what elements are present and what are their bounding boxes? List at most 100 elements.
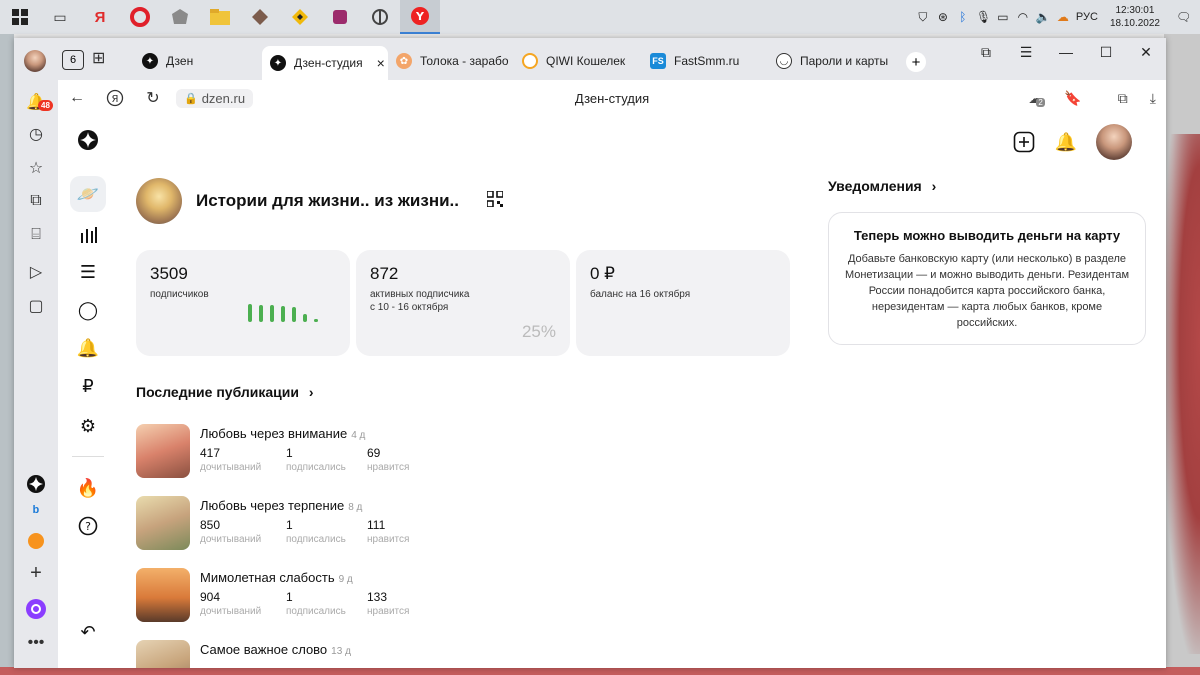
publication-thumbnail <box>136 640 190 668</box>
new-tab-button[interactable]: + <box>906 52 926 72</box>
active-subscribers-card[interactable]: 872 активных подписчика с 10 - 16 октября… <box>356 250 570 356</box>
active-subscribers-value: 872 <box>370 264 399 283</box>
notifications-bell-icon[interactable]: 🔔 48 <box>14 92 58 112</box>
publication-item[interactable]: Самое важное слово 13 д <box>136 640 496 668</box>
tab-dzen-studio[interactable]: ✦ Дзен-студия × <box>262 46 388 80</box>
downloads-icon[interactable]: ⤓ <box>1150 90 1156 107</box>
play-icon[interactable]: ▷ <box>14 262 58 282</box>
collections-icon[interactable]: ⧉ <box>1118 90 1128 107</box>
settings-gear-icon[interactable]: ⚙ <box>70 408 106 444</box>
url-field[interactable]: 🔒 dzen.ru <box>176 88 254 108</box>
qr-code-icon[interactable] <box>486 189 504 212</box>
more-icon[interactable]: ••• <box>14 634 58 652</box>
publications-stack-icon[interactable]: ☰ <box>70 254 106 290</box>
opera-icon[interactable] <box>120 0 160 34</box>
help-icon[interactable]: ? <box>70 508 106 544</box>
taskbar: ▭ Я Y ⛉ ⊛ ᛒ 🎙 ▭ ◠ 🔈 ☁ РУС 12:30:01 18.10… <box>0 0 1200 34</box>
game-app-2-icon[interactable] <box>320 0 360 34</box>
menu-icon[interactable]: ☰ <box>1006 38 1046 66</box>
wifi-app-icon[interactable]: ⊛ <box>936 10 950 24</box>
bookmarks-panel-icon[interactable]: ⧉ <box>966 38 1006 66</box>
task-view-icon[interactable]: ▭ <box>40 0 80 34</box>
publications-heading[interactable]: Последние публикации › <box>136 384 314 400</box>
yandex-app-icon[interactable]: Я <box>80 0 120 34</box>
notification-card[interactable]: Теперь можно выводить деньги на карту До… <box>828 212 1146 345</box>
yandex-mail-icon[interactable] <box>14 532 58 550</box>
user-avatar[interactable] <box>1096 124 1132 160</box>
create-publication-icon[interactable] <box>1012 130 1036 154</box>
copy-icon[interactable]: ⧉ <box>14 192 58 210</box>
volume-icon[interactable]: 🔈 <box>1036 10 1051 24</box>
tab-fastsmm[interactable]: FS FastSmm.ru <box>642 46 764 76</box>
notifications-badge: 48 <box>38 100 53 111</box>
active-label-line2: с 10 - 16 октября <box>370 302 449 313</box>
cloud-app-icon[interactable]: ☁ <box>1056 10 1070 24</box>
publication-item[interactable]: Любовь через внимание 4 д 417 дочитываний … <box>136 424 496 480</box>
zen-icon[interactable] <box>14 474 58 494</box>
notifications-center-icon[interactable]: 🗨 <box>1176 10 1191 24</box>
microphone-icon[interactable]: 🎙 <box>976 10 991 24</box>
back-button[interactable]: ← <box>58 89 96 107</box>
wifi-icon[interactable]: ◠ <box>1016 10 1030 24</box>
maximize-button[interactable]: ☐ <box>1086 38 1126 66</box>
likes-label: нравится <box>367 462 410 473</box>
zen-icon: ✦ <box>270 55 286 71</box>
subs-stat: 1 подписались <box>286 446 346 473</box>
tab-qiwi[interactable]: QIWI Кошелек <box>514 46 638 76</box>
channel-avatar[interactable] <box>136 178 182 224</box>
favorites-star-icon[interactable]: ☆ <box>14 158 58 178</box>
tab-label: Толока - зарабо <box>420 54 509 68</box>
publication-age: 4 д <box>351 430 366 441</box>
comments-icon[interactable]: ◯ <box>70 292 106 328</box>
channel-title[interactable]: Истории для жизни.. из жизни.. <box>196 191 459 211</box>
planet-icon[interactable]: 🪐 <box>70 176 106 212</box>
reload-button[interactable]: ↻ <box>134 88 172 108</box>
notifications-bell-icon[interactable]: 🔔 <box>1054 130 1078 154</box>
game-app-icon[interactable] <box>240 0 280 34</box>
bing-icon[interactable]: ᵇ <box>14 504 58 522</box>
tab-passwords[interactable]: ◡ Пароли и карты <box>768 46 898 76</box>
tab-toloka[interactable]: ✿ Толока - зарабо <box>388 46 510 76</box>
profile-avatar[interactable] <box>24 50 46 72</box>
subscribers-card[interactable]: 3509 подписчиков <box>136 250 350 356</box>
likes-value: 111 <box>367 518 386 532</box>
tab-counter[interactable]: 6 <box>62 50 84 70</box>
zen-logo-icon[interactable] <box>70 122 106 158</box>
close-window-button[interactable]: ✕ <box>1126 38 1166 66</box>
bookmark-icon[interactable]: 🔖 <box>1064 90 1081 107</box>
ruble-icon[interactable]: ₽ <box>70 368 106 404</box>
stats-icon[interactable] <box>70 216 106 252</box>
alice-icon[interactable] <box>14 598 58 620</box>
protect-icon[interactable]: ☁ 2 <box>1028 90 1045 107</box>
network-adapter-icon[interactable]: ▭ <box>996 10 1010 24</box>
world-of-warships-icon[interactable] <box>360 0 400 34</box>
tab-groups-icon[interactable]: ⊞ <box>92 48 105 68</box>
windows-start-icon[interactable] <box>0 0 40 34</box>
publication-title: Мимолетная слабость 9 д <box>200 570 353 585</box>
language-indicator[interactable]: РУС <box>1076 11 1098 23</box>
bluetooth-icon[interactable]: ᛒ <box>956 10 970 24</box>
publication-item[interactable]: Любовь через терпение 8 д 850 дочитываний … <box>136 496 496 552</box>
shield-icon[interactable]: ⛉ <box>916 10 930 25</box>
notifications-heading[interactable]: Уведомления › <box>828 178 936 194</box>
tab-counter-icon[interactable]: ▢ <box>14 296 58 316</box>
tab-dzen[interactable]: ✦ Дзен <box>134 46 262 76</box>
world-of-tanks-icon[interactable] <box>160 0 200 34</box>
subs-value: 1 <box>286 446 293 460</box>
minimize-button[interactable]: — <box>1046 38 1086 66</box>
yandex-browser-icon[interactable]: Y <box>400 0 440 34</box>
return-arrow-icon[interactable]: ↶ <box>70 614 106 650</box>
balance-card[interactable]: 0 ₽ баланс на 16 октября <box>576 250 790 356</box>
screenshot-icon[interactable]: ⌸ <box>14 226 58 244</box>
history-icon[interactable]: ◷ <box>14 124 58 144</box>
add-sidebar-app-icon[interactable]: + <box>14 562 58 585</box>
clock[interactable]: 12:30:01 18.10.2022 <box>1110 4 1160 30</box>
fire-icon[interactable]: 🔥 <box>70 470 106 506</box>
binance-icon[interactable] <box>280 0 320 34</box>
active-percent: 25% <box>521 322 556 341</box>
tab-close-icon[interactable]: × <box>377 55 385 71</box>
publication-item[interactable]: Мимолетная слабость 9 д 904 дочитываний 1 п… <box>136 568 496 624</box>
file-explorer-icon[interactable] <box>200 0 240 34</box>
bell-icon[interactable]: 🔔 <box>70 330 106 366</box>
yandex-home-icon[interactable]: Я <box>96 89 134 107</box>
